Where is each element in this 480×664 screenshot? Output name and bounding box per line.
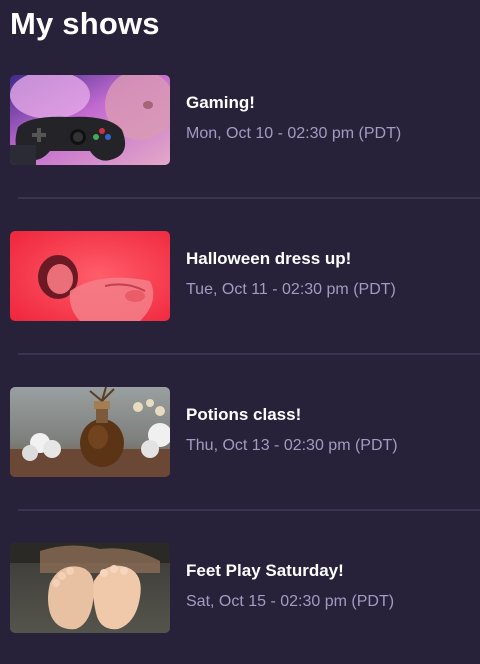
page-title: My shows (10, 6, 160, 41)
divider (18, 197, 480, 199)
show-item-potions[interactable]: Potions class! Thu, Oct 13 - 02:30 pm (P… (10, 387, 480, 477)
show-item-gaming[interactable]: Gaming! Mon, Oct 10 - 02:30 pm (PDT) (10, 75, 480, 165)
show-thumbnail[interactable] (10, 387, 170, 477)
show-thumbnail[interactable] (10, 543, 170, 633)
show-time: Tue, Oct 11 - 02:30 pm (PDT) (186, 281, 396, 298)
show-thumbnail[interactable] (10, 75, 170, 165)
show-time: Thu, Oct 13 - 02:30 pm (PDT) (186, 437, 398, 454)
show-time: Mon, Oct 10 - 02:30 pm (PDT) (186, 125, 402, 142)
show-title[interactable]: Feet Play Saturday! (186, 561, 344, 581)
show-title[interactable]: Gaming! (186, 93, 255, 113)
show-title[interactable]: Halloween dress up! (186, 249, 351, 269)
divider (18, 353, 480, 355)
divider (18, 509, 480, 511)
show-item-feet-play[interactable]: Feet Play Saturday! Sat, Oct 15 - 02:30 … (10, 543, 480, 633)
show-item-halloween[interactable]: Halloween dress up! Tue, Oct 11 - 02:30 … (10, 231, 480, 321)
potions-thumbnail-image (10, 387, 170, 477)
show-title[interactable]: Potions class! (186, 405, 301, 425)
show-thumbnail[interactable] (10, 231, 170, 321)
show-time: Sat, Oct 15 - 02:30 pm (PDT) (186, 593, 395, 610)
feet-play-thumbnail-image (10, 543, 170, 633)
halloween-thumbnail-image (10, 231, 170, 321)
gaming-thumbnail-image (10, 75, 170, 165)
